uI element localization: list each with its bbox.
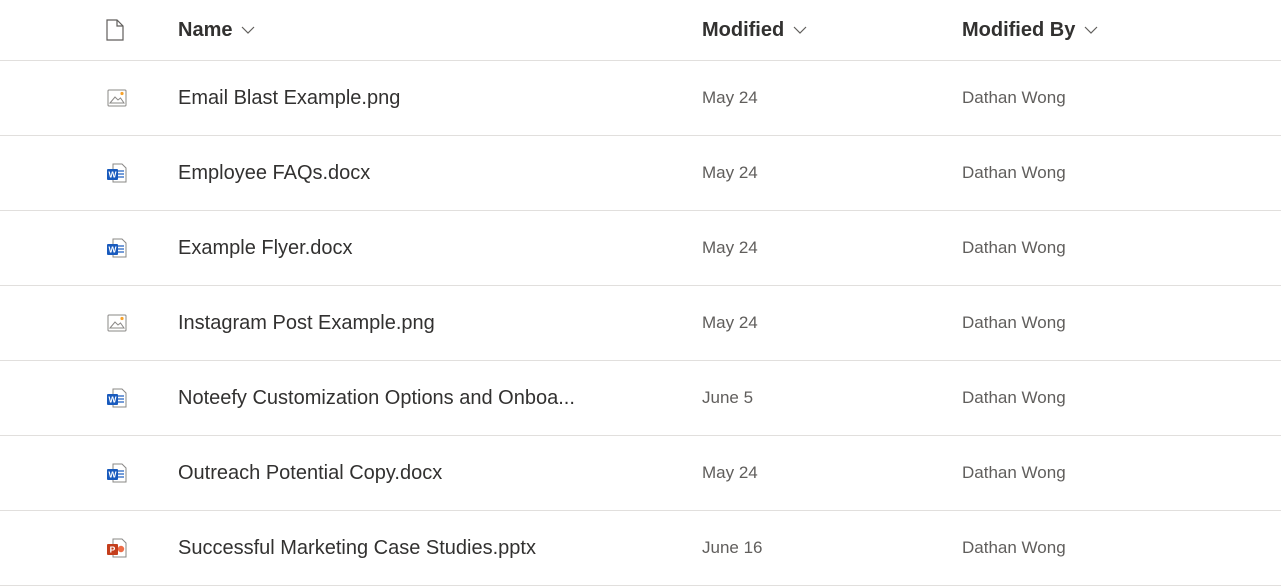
word-file-icon: W (107, 463, 127, 483)
name-cell: Employee FAQs.docx (178, 136, 678, 210)
svg-text:P: P (110, 545, 116, 555)
chevron-down-icon (1084, 26, 1098, 34)
modified-by-cell: Dathan Wong (962, 361, 1262, 435)
modified-by-cell: Dathan Wong (962, 436, 1262, 510)
modified-by-cell: Dathan Wong (962, 61, 1262, 135)
name-cell: Instagram Post Example.png (178, 286, 678, 360)
chevron-down-icon (793, 26, 807, 34)
column-header-row: Name Modified Modified By (0, 0, 1281, 61)
file-name-link[interactable]: Successful Marketing Case Studies.pptx (178, 537, 536, 560)
modified-cell: May 24 (702, 61, 922, 135)
modified-date: June 5 (702, 388, 754, 407)
file-name-link[interactable]: Outreach Potential Copy.docx (178, 462, 442, 485)
file-type-column-header[interactable] (106, 0, 142, 60)
modified-by-name: Dathan Wong (962, 388, 1066, 407)
svg-text:W: W (108, 170, 117, 180)
name-cell: Outreach Potential Copy.docx (178, 436, 678, 510)
file-type-cell (106, 286, 142, 360)
name-cell: Email Blast Example.png (178, 61, 678, 135)
modified-by-column-header[interactable]: Modified By (962, 19, 1099, 42)
file-name-link[interactable]: Example Flyer.docx (178, 237, 353, 260)
name-cell: Noteefy Customization Options and Onboa.… (178, 361, 678, 435)
modified-date: May 24 (702, 463, 758, 482)
modified-date: May 24 (702, 238, 758, 257)
document-icon (106, 19, 124, 41)
modified-by-name: Dathan Wong (962, 538, 1066, 557)
name-column-header[interactable]: Name (178, 19, 256, 42)
modified-by-cell: Dathan Wong (962, 286, 1262, 360)
modified-date: May 24 (702, 313, 758, 332)
file-row[interactable]: W Example Flyer.docx May 24 Dathan Wong (0, 211, 1281, 286)
file-type-cell: W (106, 211, 142, 285)
file-name-link[interactable]: Noteefy Customization Options and Onboa.… (178, 387, 575, 410)
file-type-cell: W (106, 436, 142, 510)
file-row[interactable]: W Noteefy Customization Options and Onbo… (0, 361, 1281, 436)
svg-text:W: W (108, 470, 117, 480)
svg-text:W: W (108, 395, 117, 405)
modified-by-name: Dathan Wong (962, 463, 1066, 482)
powerpoint-file-icon: P (107, 538, 127, 558)
modified-by-name: Dathan Wong (962, 238, 1066, 257)
modified-date: May 24 (702, 88, 758, 107)
name-cell: Successful Marketing Case Studies.pptx (178, 511, 678, 585)
file-row[interactable]: Email Blast Example.png May 24 Dathan Wo… (0, 61, 1281, 136)
file-type-cell: W (106, 361, 142, 435)
file-row[interactable]: P Successful Marketing Case Studies.pptx… (0, 511, 1281, 586)
modified-date: May 24 (702, 163, 758, 182)
image-file-icon (107, 314, 127, 332)
modified-cell: May 24 (702, 211, 922, 285)
file-type-cell (106, 61, 142, 135)
modified-header-label: Modified (702, 18, 785, 41)
word-file-icon: W (107, 163, 127, 183)
word-file-icon: W (107, 388, 127, 408)
file-row[interactable]: Instagram Post Example.png May 24 Dathan… (0, 286, 1281, 361)
modified-by-cell: Dathan Wong (962, 511, 1262, 585)
modified-cell: May 24 (702, 436, 922, 510)
name-cell: Example Flyer.docx (178, 211, 678, 285)
file-type-cell: P (106, 511, 142, 585)
modified-by-name: Dathan Wong (962, 163, 1066, 182)
svg-text:W: W (108, 245, 117, 255)
file-rows: Email Blast Example.png May 24 Dathan Wo… (0, 61, 1281, 586)
word-file-icon: W (107, 238, 127, 258)
modified-by-name: Dathan Wong (962, 313, 1066, 332)
name-header-label: Name (178, 18, 233, 41)
modified-column-header[interactable]: Modified (702, 19, 808, 42)
modified-cell: May 24 (702, 286, 922, 360)
file-name-link[interactable]: Email Blast Example.png (178, 87, 400, 110)
modified-by-header-label: Modified By (962, 18, 1076, 41)
chevron-down-icon (242, 26, 255, 34)
modified-by-name: Dathan Wong (962, 88, 1066, 107)
file-list: Name Modified Modified By Email Blast Ex… (0, 0, 1281, 586)
modified-cell: May 24 (702, 136, 922, 210)
file-row[interactable]: W Outreach Potential Copy.docx May 24 Da… (0, 436, 1281, 511)
modified-by-cell: Dathan Wong (962, 211, 1262, 285)
modified-cell: June 5 (702, 361, 922, 435)
file-name-link[interactable]: Instagram Post Example.png (178, 312, 435, 335)
file-row[interactable]: W Employee FAQs.docx May 24 Dathan Wong (0, 136, 1281, 211)
modified-cell: June 16 (702, 511, 922, 585)
modified-date: June 16 (702, 538, 763, 557)
modified-by-cell: Dathan Wong (962, 136, 1262, 210)
file-name-link[interactable]: Employee FAQs.docx (178, 162, 370, 185)
image-file-icon (107, 89, 127, 107)
file-type-cell: W (106, 136, 142, 210)
